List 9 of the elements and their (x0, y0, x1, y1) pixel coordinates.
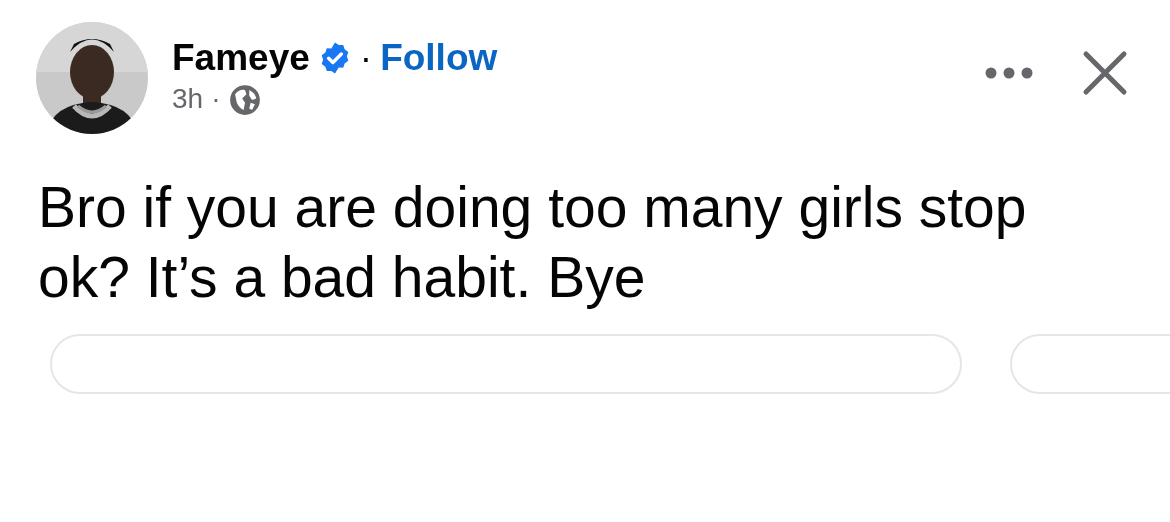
globe-icon (228, 82, 263, 117)
post-text: Bro if you are doing too many girls stop ok? It’s a bad habit. Bye (37, 174, 1028, 311)
author-name[interactable]: Fameye (172, 38, 310, 79)
close-icon[interactable] (1082, 50, 1128, 96)
more-options-icon[interactable] (984, 66, 1034, 80)
separator-dot: · (359, 38, 373, 79)
post-time[interactable]: 3h (172, 84, 204, 116)
follow-link[interactable]: Follow (380, 38, 498, 79)
separator-dot: · (211, 84, 221, 116)
